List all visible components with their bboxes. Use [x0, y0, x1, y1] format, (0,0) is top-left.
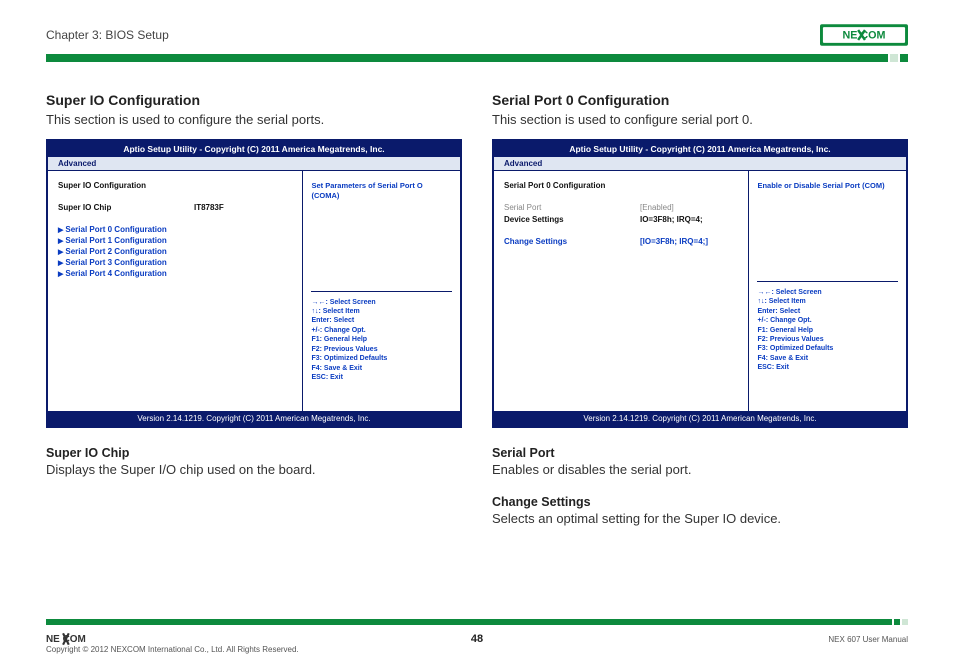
- nexcom-logo: NE COM: [820, 24, 908, 46]
- bios-tabs: Advanced: [494, 157, 906, 171]
- bios-panel-superio: Aptio Setup Utility - Copyright (C) 2011…: [46, 139, 462, 428]
- key-hint: ESC: Exit: [311, 373, 452, 382]
- bios-key-help: →←: Select Screen ↑↓: Select Item Enter:…: [757, 281, 898, 373]
- footer-rule: [46, 619, 908, 627]
- sub-text: Displays the Super I/O chip used on the …: [46, 462, 462, 477]
- bios-panel-serial0: Aptio Setup Utility - Copyright (C) 2011…: [492, 139, 908, 428]
- device-settings-value: IO=3F8h; IRQ=4;: [640, 215, 738, 224]
- key-hint: →←: Select Screen: [311, 298, 452, 307]
- key-hint: F1: General Help: [757, 326, 898, 335]
- left-title: Super IO Configuration: [46, 92, 462, 108]
- bios-section-title: Serial Port 0 Configuration: [504, 181, 640, 190]
- sub-text: Enables or disables the serial port.: [492, 462, 908, 477]
- bios-help-text: Enable or Disable Serial Port (COM): [757, 181, 898, 191]
- top-bar: Chapter 3: BIOS Setup NE COM: [46, 22, 908, 48]
- bios-right-pane: Enable or Disable Serial Port (COM) →←: …: [749, 171, 906, 411]
- copyright-text: Copyright © 2012 NEXCOM International Co…: [46, 645, 299, 654]
- bios-left-pane: Serial Port 0 Configuration Serial Port …: [494, 171, 749, 411]
- key-hint: +/-: Change Opt.: [311, 326, 452, 335]
- change-settings-label: Change Settings: [504, 237, 640, 246]
- bios-right-pane: Set Parameters of Serial Port O (COMA) →…: [303, 171, 460, 411]
- sub-title: Serial Port: [492, 446, 908, 460]
- change-settings-value[interactable]: [IO=3F8h; IRQ=4;]: [640, 237, 738, 246]
- nav-label: Serial Port 4 Configuration: [65, 269, 166, 278]
- right-column: Serial Port 0 Configuration This section…: [492, 92, 908, 526]
- key-hint: F4: Save & Exit: [757, 354, 898, 363]
- chip-value: IT8783F: [194, 203, 292, 212]
- serial-port-value[interactable]: [Enabled]: [640, 203, 738, 212]
- chip-label: Super IO Chip: [58, 203, 194, 212]
- triangle-icon: ▶: [58, 259, 63, 267]
- right-sub-2: Change Settings Selects an optimal setti…: [492, 495, 908, 526]
- bios-help-text: Set Parameters of Serial Port O (COMA): [311, 181, 452, 201]
- key-hint: F1: General Help: [311, 335, 452, 344]
- key-hint: +/-: Change Opt.: [757, 316, 898, 325]
- nav-serial-port-3[interactable]: ▶Serial Port 3 Configuration: [58, 258, 292, 267]
- triangle-icon: ▶: [58, 270, 63, 278]
- manual-name: NEX 607 User Manual: [828, 635, 908, 644]
- key-hint: F2: Previous Values: [757, 335, 898, 344]
- nav-serial-port-4[interactable]: ▶Serial Port 4 Configuration: [58, 269, 292, 278]
- nav-serial-port-2[interactable]: ▶Serial Port 2 Configuration: [58, 247, 292, 256]
- triangle-icon: ▶: [58, 226, 63, 234]
- left-intro: This section is used to configure the se…: [46, 112, 462, 127]
- bios-header: Aptio Setup Utility - Copyright (C) 2011…: [48, 141, 460, 157]
- nav-label: Serial Port 1 Configuration: [65, 236, 166, 245]
- nav-serial-port-0[interactable]: ▶Serial Port 0 Configuration: [58, 225, 292, 234]
- key-hint: F3: Optimized Defaults: [757, 344, 898, 353]
- bios-tabs: Advanced: [48, 157, 460, 171]
- right-title: Serial Port 0 Configuration: [492, 92, 908, 108]
- bios-body: Serial Port 0 Configuration Serial Port …: [494, 171, 906, 411]
- bios-footer: Version 2.14.1219. Copyright (C) 2011 Am…: [48, 411, 460, 426]
- page-footer: NE COM 48 NEX 607 User Manual Copyright …: [46, 619, 908, 654]
- sub-title: Super IO Chip: [46, 446, 462, 460]
- bios-left-pane: Super IO Configuration Super IO Chip IT8…: [48, 171, 303, 411]
- page-number: 48: [471, 633, 483, 645]
- right-intro: This section is used to configure serial…: [492, 112, 908, 127]
- device-settings-label: Device Settings: [504, 215, 640, 224]
- key-hint: Enter: Select: [311, 316, 452, 325]
- nav-label: Serial Port 2 Configuration: [65, 247, 166, 256]
- triangle-icon: ▶: [58, 248, 63, 256]
- nav-label: Serial Port 0 Configuration: [65, 225, 166, 234]
- key-hint: ESC: Exit: [757, 363, 898, 372]
- right-sub-1: Serial Port Enables or disables the seri…: [492, 446, 908, 477]
- key-hint: Enter: Select: [757, 307, 898, 316]
- nav-label: Serial Port 3 Configuration: [65, 258, 166, 267]
- bios-tab-advanced[interactable]: Advanced: [52, 157, 102, 170]
- left-sub-1: Super IO Chip Displays the Super I/O chi…: [46, 446, 462, 477]
- key-hint: F3: Optimized Defaults: [311, 354, 452, 363]
- bios-footer: Version 2.14.1219. Copyright (C) 2011 Am…: [494, 411, 906, 426]
- bios-header: Aptio Setup Utility - Copyright (C) 2011…: [494, 141, 906, 157]
- key-hint: F2: Previous Values: [311, 345, 452, 354]
- key-hint: F4: Save & Exit: [311, 364, 452, 373]
- bios-body: Super IO Configuration Super IO Chip IT8…: [48, 171, 460, 411]
- main-content: Super IO Configuration This section is u…: [46, 92, 908, 526]
- key-hint: ↑↓: Select Item: [311, 307, 452, 316]
- left-column: Super IO Configuration This section is u…: [46, 92, 462, 526]
- bios-tab-advanced[interactable]: Advanced: [498, 157, 548, 170]
- bios-section-title: Super IO Configuration: [58, 181, 194, 190]
- page: Chapter 3: BIOS Setup NE COM Super IO Co…: [0, 0, 954, 672]
- sub-text: Selects an optimal setting for the Super…: [492, 511, 908, 526]
- header-rule: [46, 54, 908, 68]
- sub-title: Change Settings: [492, 495, 908, 509]
- key-hint: ↑↓: Select Item: [757, 297, 898, 306]
- serial-port-label: Serial Port: [504, 203, 640, 212]
- triangle-icon: ▶: [58, 237, 63, 245]
- key-hint: →←: Select Screen: [757, 288, 898, 297]
- bios-key-help: →←: Select Screen ↑↓: Select Item Enter:…: [311, 291, 452, 383]
- nav-serial-port-1[interactable]: ▶Serial Port 1 Configuration: [58, 236, 292, 245]
- chapter-label: Chapter 3: BIOS Setup: [46, 28, 169, 42]
